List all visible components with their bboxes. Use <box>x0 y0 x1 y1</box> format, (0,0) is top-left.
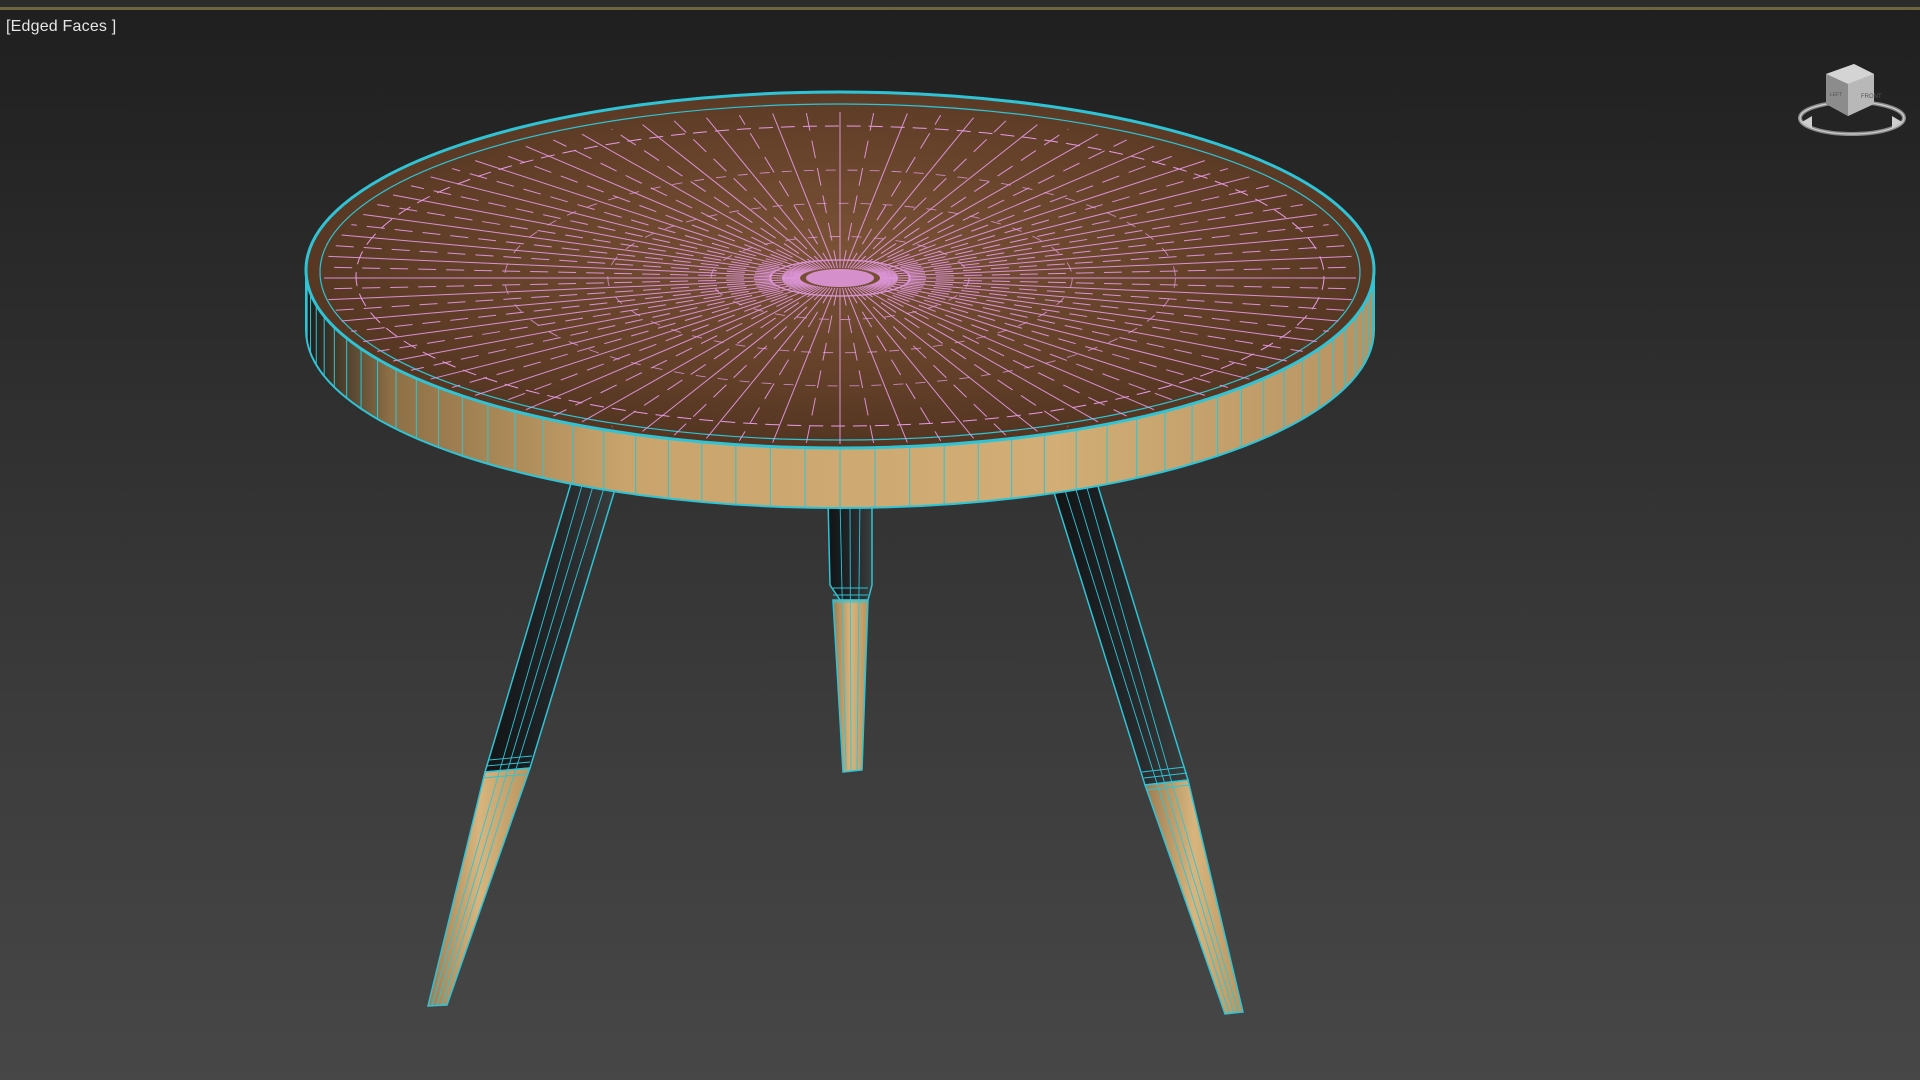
table-leg-left[interactable] <box>427 479 617 1007</box>
table-model[interactable] <box>0 0 1920 1080</box>
viewcube-front-label: FRONT <box>1861 94 1882 100</box>
perspective-viewport[interactable]: [Edged Faces ] FRONT LEFT <box>0 0 1920 1080</box>
table-top[interactable] <box>304 90 1376 450</box>
viewcube-icon[interactable]: FRONT LEFT <box>1792 56 1912 146</box>
table-leg-back[interactable] <box>827 499 873 773</box>
table-leg-right[interactable] <box>1051 479 1244 1015</box>
viewcube-left-label: LEFT <box>1830 92 1842 98</box>
